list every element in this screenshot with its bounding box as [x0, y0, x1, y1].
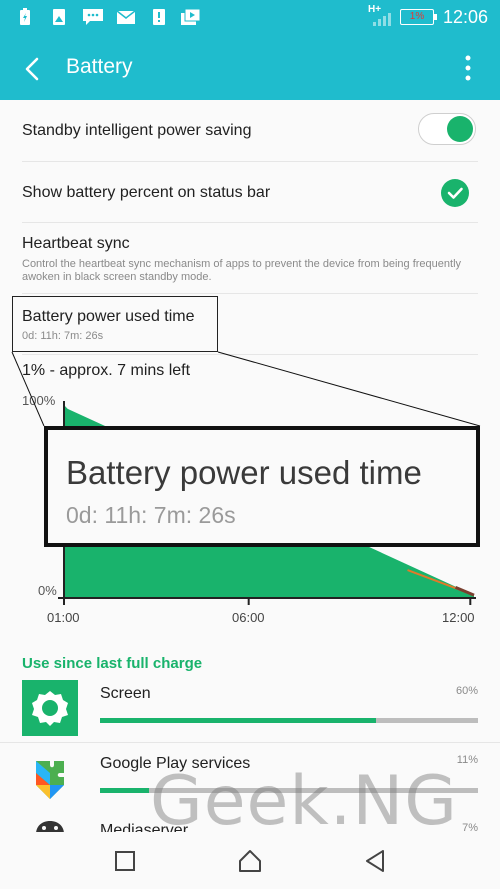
alert-icon — [153, 9, 165, 25]
show-battery-percent-row[interactable]: Show battery percent on status bar — [22, 162, 478, 223]
standby-power-saving-label: Standby intelligent power saving — [22, 122, 252, 139]
clock: 12:06 — [442, 7, 488, 27]
app-percent: 60% — [455, 685, 478, 697]
check-icon — [447, 187, 463, 199]
recents-icon[interactable] — [112, 848, 138, 874]
google-play-services-icon — [36, 761, 64, 799]
y-label-bottom: 0% — [38, 583, 57, 598]
show-battery-percent-label: Show battery percent on status bar — [22, 184, 271, 201]
app-percent: 11% — [456, 754, 478, 766]
standby-power-saving-row[interactable]: Standby intelligent power saving — [22, 100, 478, 162]
screen-gear-icon — [22, 680, 78, 736]
back-arrow-icon[interactable] — [18, 54, 48, 84]
heartbeat-sync-row[interactable]: Heartbeat sync Control the heartbeat syn… — [22, 223, 478, 294]
list-item[interactable]: Screen 60% — [0, 678, 500, 742]
x-label-end: 12:00 — [442, 610, 475, 625]
heartbeat-sync-description: Control the heartbeat sync mechanism of … — [22, 258, 462, 283]
usage-bar-fill — [100, 718, 376, 723]
app-name: Screen — [100, 685, 151, 702]
battery-icon: 1% — [400, 9, 437, 25]
battery-saver-icon — [20, 8, 30, 25]
navigation-bar — [0, 832, 500, 889]
battery-percent: 1% — [409, 11, 425, 22]
watermark: Geek.NG — [150, 762, 458, 841]
battery-estimate: 1% - approx. 7 mins left — [22, 362, 191, 379]
show-battery-percent-checkbox[interactable] — [441, 179, 469, 207]
app-bar: Battery — [0, 36, 500, 100]
status-bar: H+ 1% 12:06 — [0, 0, 500, 36]
divider — [0, 742, 500, 743]
signal-icon — [373, 13, 391, 26]
media-icon — [181, 8, 201, 25]
mail-icon — [116, 10, 136, 24]
heartbeat-sync-label: Heartbeat sync — [22, 235, 130, 252]
toggle-knob — [447, 116, 473, 142]
usage-bar — [100, 718, 478, 723]
page-title: Battery — [66, 55, 133, 78]
usage-section-heading: Use since last full charge — [22, 655, 203, 672]
callout-zoom: Battery power used time 0d: 11h: 7m: 26s — [44, 426, 480, 547]
callout-value: 0d: 11h: 7m: 26s — [66, 502, 236, 528]
x-label-mid: 06:00 — [232, 610, 265, 625]
back-icon[interactable] — [362, 848, 388, 874]
standby-power-saving-toggle[interactable] — [418, 113, 476, 145]
usage-bar-fill — [100, 788, 150, 793]
home-icon[interactable] — [237, 848, 263, 874]
callout-title: Battery power used time — [66, 454, 422, 491]
y-label-top: 100% — [22, 393, 56, 408]
more-options-icon[interactable] — [464, 54, 472, 82]
message-icon — [83, 9, 103, 25]
x-label-start: 01:00 — [47, 610, 80, 625]
wallpaper-icon — [53, 9, 65, 25]
callout-highlight — [12, 296, 218, 352]
